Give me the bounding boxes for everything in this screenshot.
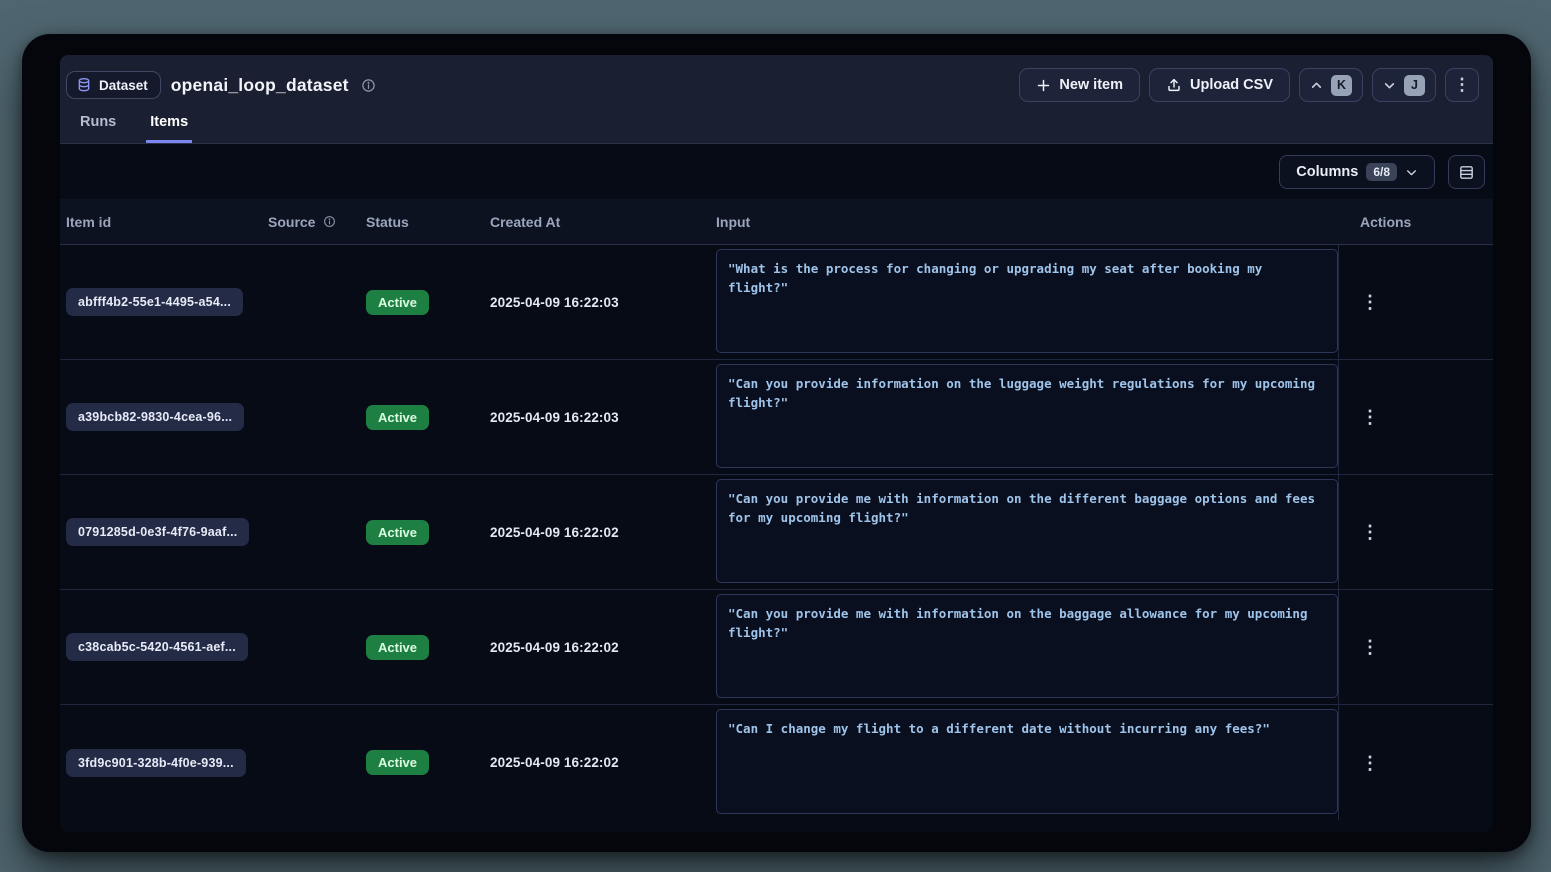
tab-items[interactable]: Items [146, 110, 192, 143]
chevron-up-icon [1310, 79, 1323, 92]
status-badge: Active [366, 750, 429, 775]
table-row: abfff4b2-55e1-4495-a54... Active 2025-04… [60, 245, 1493, 360]
app-window: Dataset openai_loop_dataset [22, 34, 1531, 852]
upload-csv-label: Upload CSV [1190, 77, 1273, 93]
tab-bar: Runs Items [66, 110, 1479, 143]
table-toolbar: Columns 6/8 [60, 144, 1493, 199]
col-header-source: Source [268, 214, 366, 230]
col-header-input: Input [716, 214, 1338, 230]
items-table: Item id Source Status Created At Input A… [60, 199, 1493, 820]
row-actions-kebab-icon[interactable]: ⋮ [1361, 408, 1379, 426]
upload-csv-button[interactable]: Upload CSV [1149, 68, 1290, 102]
input-value-box[interactable]: "Can I change my flight to a different d… [716, 709, 1338, 814]
shortcut-key-k: K [1331, 75, 1352, 96]
created-at-value: 2025-04-09 16:22:03 [490, 295, 716, 310]
status-badge: Active [366, 635, 429, 660]
page-title: openai_loop_dataset [171, 75, 349, 96]
item-id-chip[interactable]: 0791285d-0e3f-4f76-9aaf... [66, 518, 249, 546]
col-header-item-id: Item id [60, 214, 268, 230]
columns-label: Columns [1296, 164, 1358, 180]
input-value-box[interactable]: "Can you provide me with information on … [716, 594, 1338, 698]
panel-body: Columns 6/8 Item id [60, 144, 1493, 832]
kebab-icon: ⋮ [1454, 75, 1471, 95]
col-header-created-at: Created At [490, 214, 716, 230]
item-id-chip[interactable]: 3fd9c901-328b-4f0e-939... [66, 749, 246, 777]
desktop-background: Dataset openai_loop_dataset [0, 0, 1551, 872]
dataset-type-badge: Dataset [66, 71, 161, 99]
next-item-button[interactable]: J [1372, 68, 1436, 102]
chevron-down-icon [1383, 79, 1396, 92]
col-header-actions: Actions [1338, 214, 1493, 230]
created-at-value: 2025-04-09 16:22:02 [490, 640, 716, 655]
tab-runs[interactable]: Runs [76, 110, 120, 143]
columns-count-badge: 6/8 [1366, 163, 1397, 181]
input-value-box[interactable]: "What is the process for changing or upg… [716, 249, 1338, 353]
chevron-down-icon [1405, 166, 1418, 179]
new-item-label: New item [1059, 77, 1123, 93]
dataset-panel: Dataset openai_loop_dataset [60, 55, 1493, 832]
new-item-button[interactable]: New item [1019, 68, 1140, 102]
table-row: 0791285d-0e3f-4f76-9aaf... Active 2025-0… [60, 475, 1493, 590]
item-id-chip[interactable]: a39bcb82-9830-4cea-96... [66, 403, 244, 431]
item-id-chip[interactable]: c38cab5c-5420-4561-aef... [66, 633, 248, 661]
info-icon[interactable] [323, 215, 336, 228]
status-badge: Active [366, 520, 429, 545]
columns-selector-button[interactable]: Columns 6/8 [1279, 155, 1435, 189]
table-rows-icon [1458, 164, 1475, 181]
status-badge: Active [366, 290, 429, 315]
upload-icon [1166, 77, 1182, 93]
created-at-value: 2025-04-09 16:22:02 [490, 525, 716, 540]
shortcut-key-j: J [1404, 75, 1425, 96]
row-actions-kebab-icon[interactable]: ⋮ [1361, 293, 1379, 311]
plus-icon [1036, 78, 1051, 93]
input-value-box[interactable]: "Can you provide me with information on … [716, 479, 1338, 583]
previous-item-button[interactable]: K [1299, 68, 1363, 102]
created-at-value: 2025-04-09 16:22:02 [490, 755, 716, 770]
item-id-chip[interactable]: abfff4b2-55e1-4495-a54... [66, 288, 243, 316]
table-row: a39bcb82-9830-4cea-96... Active 2025-04-… [60, 360, 1493, 475]
table-header-row: Item id Source Status Created At Input A… [60, 199, 1493, 245]
created-at-value: 2025-04-09 16:22:03 [490, 410, 716, 425]
table-row: c38cab5c-5420-4561-aef... Active 2025-04… [60, 590, 1493, 705]
row-density-button[interactable] [1448, 155, 1485, 189]
dataset-badge-label: Dataset [99, 78, 148, 93]
info-icon[interactable] [361, 78, 376, 93]
input-value-box[interactable]: "Can you provide information on the lugg… [716, 364, 1338, 468]
status-badge: Active [366, 405, 429, 430]
row-actions-kebab-icon[interactable]: ⋮ [1361, 638, 1379, 656]
table-row: 3fd9c901-328b-4f0e-939... Active 2025-04… [60, 705, 1493, 820]
row-actions-kebab-icon[interactable]: ⋮ [1361, 754, 1379, 772]
col-header-source-label: Source [268, 214, 315, 230]
database-icon [76, 77, 92, 93]
header-more-actions-button[interactable]: ⋮ [1445, 68, 1479, 102]
row-actions-kebab-icon[interactable]: ⋮ [1361, 523, 1379, 541]
col-header-status: Status [366, 214, 490, 230]
panel-header: Dataset openai_loop_dataset [60, 55, 1493, 144]
